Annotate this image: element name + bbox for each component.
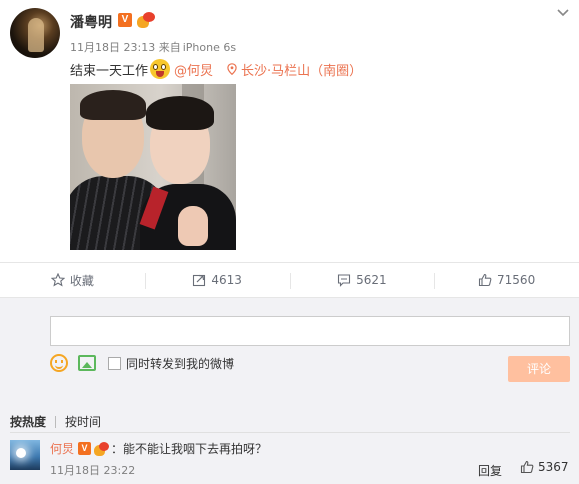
- repost-checkbox-label[interactable]: 同时转发到我的微博: [126, 355, 234, 372]
- emoji-surprised-icon: [150, 59, 171, 79]
- commenter-avatar[interactable]: [10, 440, 40, 470]
- star-icon: [50, 273, 65, 287]
- favorite-button[interactable]: 收藏: [0, 263, 145, 297]
- thumbs-up-icon: [520, 460, 534, 474]
- emoji-picker-icon[interactable]: [50, 354, 68, 372]
- user-avatar[interactable]: [10, 8, 60, 58]
- comment-item: 何炅 V ：能不能让我咽下去再拍呀？: [50, 440, 267, 457]
- post-text: 结束一天工作 @何炅 长沙·马栏山（南圈）: [70, 59, 362, 79]
- comment-like-button[interactable]: 5367: [520, 460, 569, 474]
- like-count: 71560: [497, 273, 536, 287]
- post-username[interactable]: 潘粤明: [70, 12, 112, 32]
- chevron-down-icon[interactable]: [556, 6, 570, 20]
- comment-divider: [10, 432, 570, 433]
- post-source-prefix: 来自: [158, 41, 181, 54]
- medal-icon: [94, 441, 110, 456]
- post-location[interactable]: 长沙·马栏山（南圈）: [227, 60, 362, 79]
- comment-panel: 同时转发到我的微博 评论 按热度 按时间 何炅 V ：能不能让我咽下去再拍呀？ …: [0, 298, 579, 484]
- post-mention[interactable]: @何炅: [174, 60, 213, 79]
- location-pin-icon: [227, 63, 237, 75]
- comment-icon: [338, 274, 351, 287]
- post-photo[interactable]: [70, 84, 236, 250]
- sort-by-time-tab[interactable]: 按时间: [65, 413, 101, 430]
- commenter-name[interactable]: 何炅: [50, 440, 74, 457]
- repost-icon: [193, 274, 206, 287]
- reply-button[interactable]: 回复: [478, 462, 502, 479]
- repost-button[interactable]: 4613: [144, 263, 290, 297]
- location-label: 长沙·马栏山（南圈）: [241, 63, 363, 79]
- submit-comment-button[interactable]: 评论: [508, 356, 570, 382]
- comment-time: 11月18日 23:22: [50, 464, 136, 477]
- comment-count: 5621: [356, 273, 387, 287]
- post-meta: 11月18日 23:13 来自 iPhone 6s: [70, 39, 236, 55]
- post-body: 结束一天工作: [70, 63, 149, 79]
- post-action-bar: 收藏 4613 5621 71560: [0, 262, 579, 298]
- weibo-post: 潘粤明 V 11月18日 23:13 来自 iPhone 6s 结束一天工作 @何…: [0, 0, 579, 262]
- sort-by-hot-tab[interactable]: 按热度: [10, 413, 46, 430]
- verified-badge-icon: V: [118, 13, 132, 27]
- medal-icon: [137, 12, 155, 28]
- comment-sort: 按热度 按时间: [10, 413, 101, 430]
- verified-badge-icon: V: [78, 442, 92, 455]
- comment-text: ：能不能让我咽下去再拍呀？: [111, 442, 268, 456]
- favorite-label: 收藏: [69, 273, 94, 288]
- like-button[interactable]: 71560: [434, 263, 579, 297]
- sort-divider: [55, 415, 57, 428]
- post-source[interactable]: iPhone 6s: [183, 41, 236, 54]
- comment-button[interactable]: 5621: [289, 263, 435, 297]
- comment-like-count: 5367: [538, 460, 569, 474]
- thumbs-up-icon: [478, 273, 492, 287]
- repost-count: 4613: [211, 273, 242, 287]
- comment-input[interactable]: [50, 316, 570, 346]
- repost-checkbox[interactable]: [108, 356, 121, 370]
- image-upload-icon[interactable]: [78, 355, 96, 371]
- post-timestamp[interactable]: 11月18日 23:13: [70, 41, 155, 54]
- composer-tools: 同时转发到我的微博: [50, 354, 234, 372]
